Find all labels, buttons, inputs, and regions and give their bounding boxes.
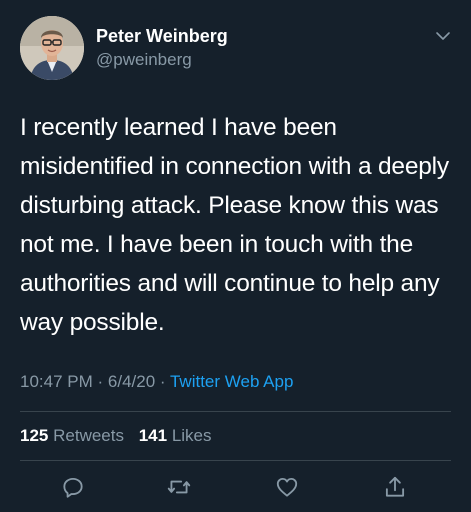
likes-count: 141 [138,426,168,445]
retweet-icon[interactable] [166,474,192,500]
retweets-count: 125 [20,426,49,445]
likes-label: Likes [171,426,212,445]
likes-stat[interactable]: 141 Likes [139,426,212,445]
tweet-card: Peter Weinberg @pweinberg I recently lea… [0,0,471,512]
avatar[interactable] [20,16,84,80]
meta-separator: · [97,372,108,391]
retweets-stat[interactable]: 125 Retweets [20,426,124,445]
reply-icon[interactable] [60,474,86,500]
tweet-meta: 10:47 PM · 6/4/20 · Twitter Web App [20,372,293,392]
tweet-date[interactable]: 6/4/20 [108,372,155,391]
tweet-time[interactable]: 10:47 PM [20,372,93,391]
engagement-stats: 125 Retweets 141 Likes [20,426,212,446]
like-icon[interactable] [274,474,300,500]
share-icon[interactable] [382,474,408,500]
tweet-text: I recently learned I have been misidenti… [20,114,449,336]
profile-photo [20,16,84,80]
chevron-down-icon[interactable] [435,28,451,44]
divider [20,411,451,412]
divider [20,460,451,461]
tweet-source-link[interactable]: Twitter Web App [170,372,293,391]
author-name[interactable]: Peter Weinberg [96,26,228,47]
retweets-label: Retweets [53,426,124,445]
author-handle[interactable]: @pweinberg [96,50,192,70]
action-bar [0,474,471,504]
meta-separator: · [159,372,170,391]
